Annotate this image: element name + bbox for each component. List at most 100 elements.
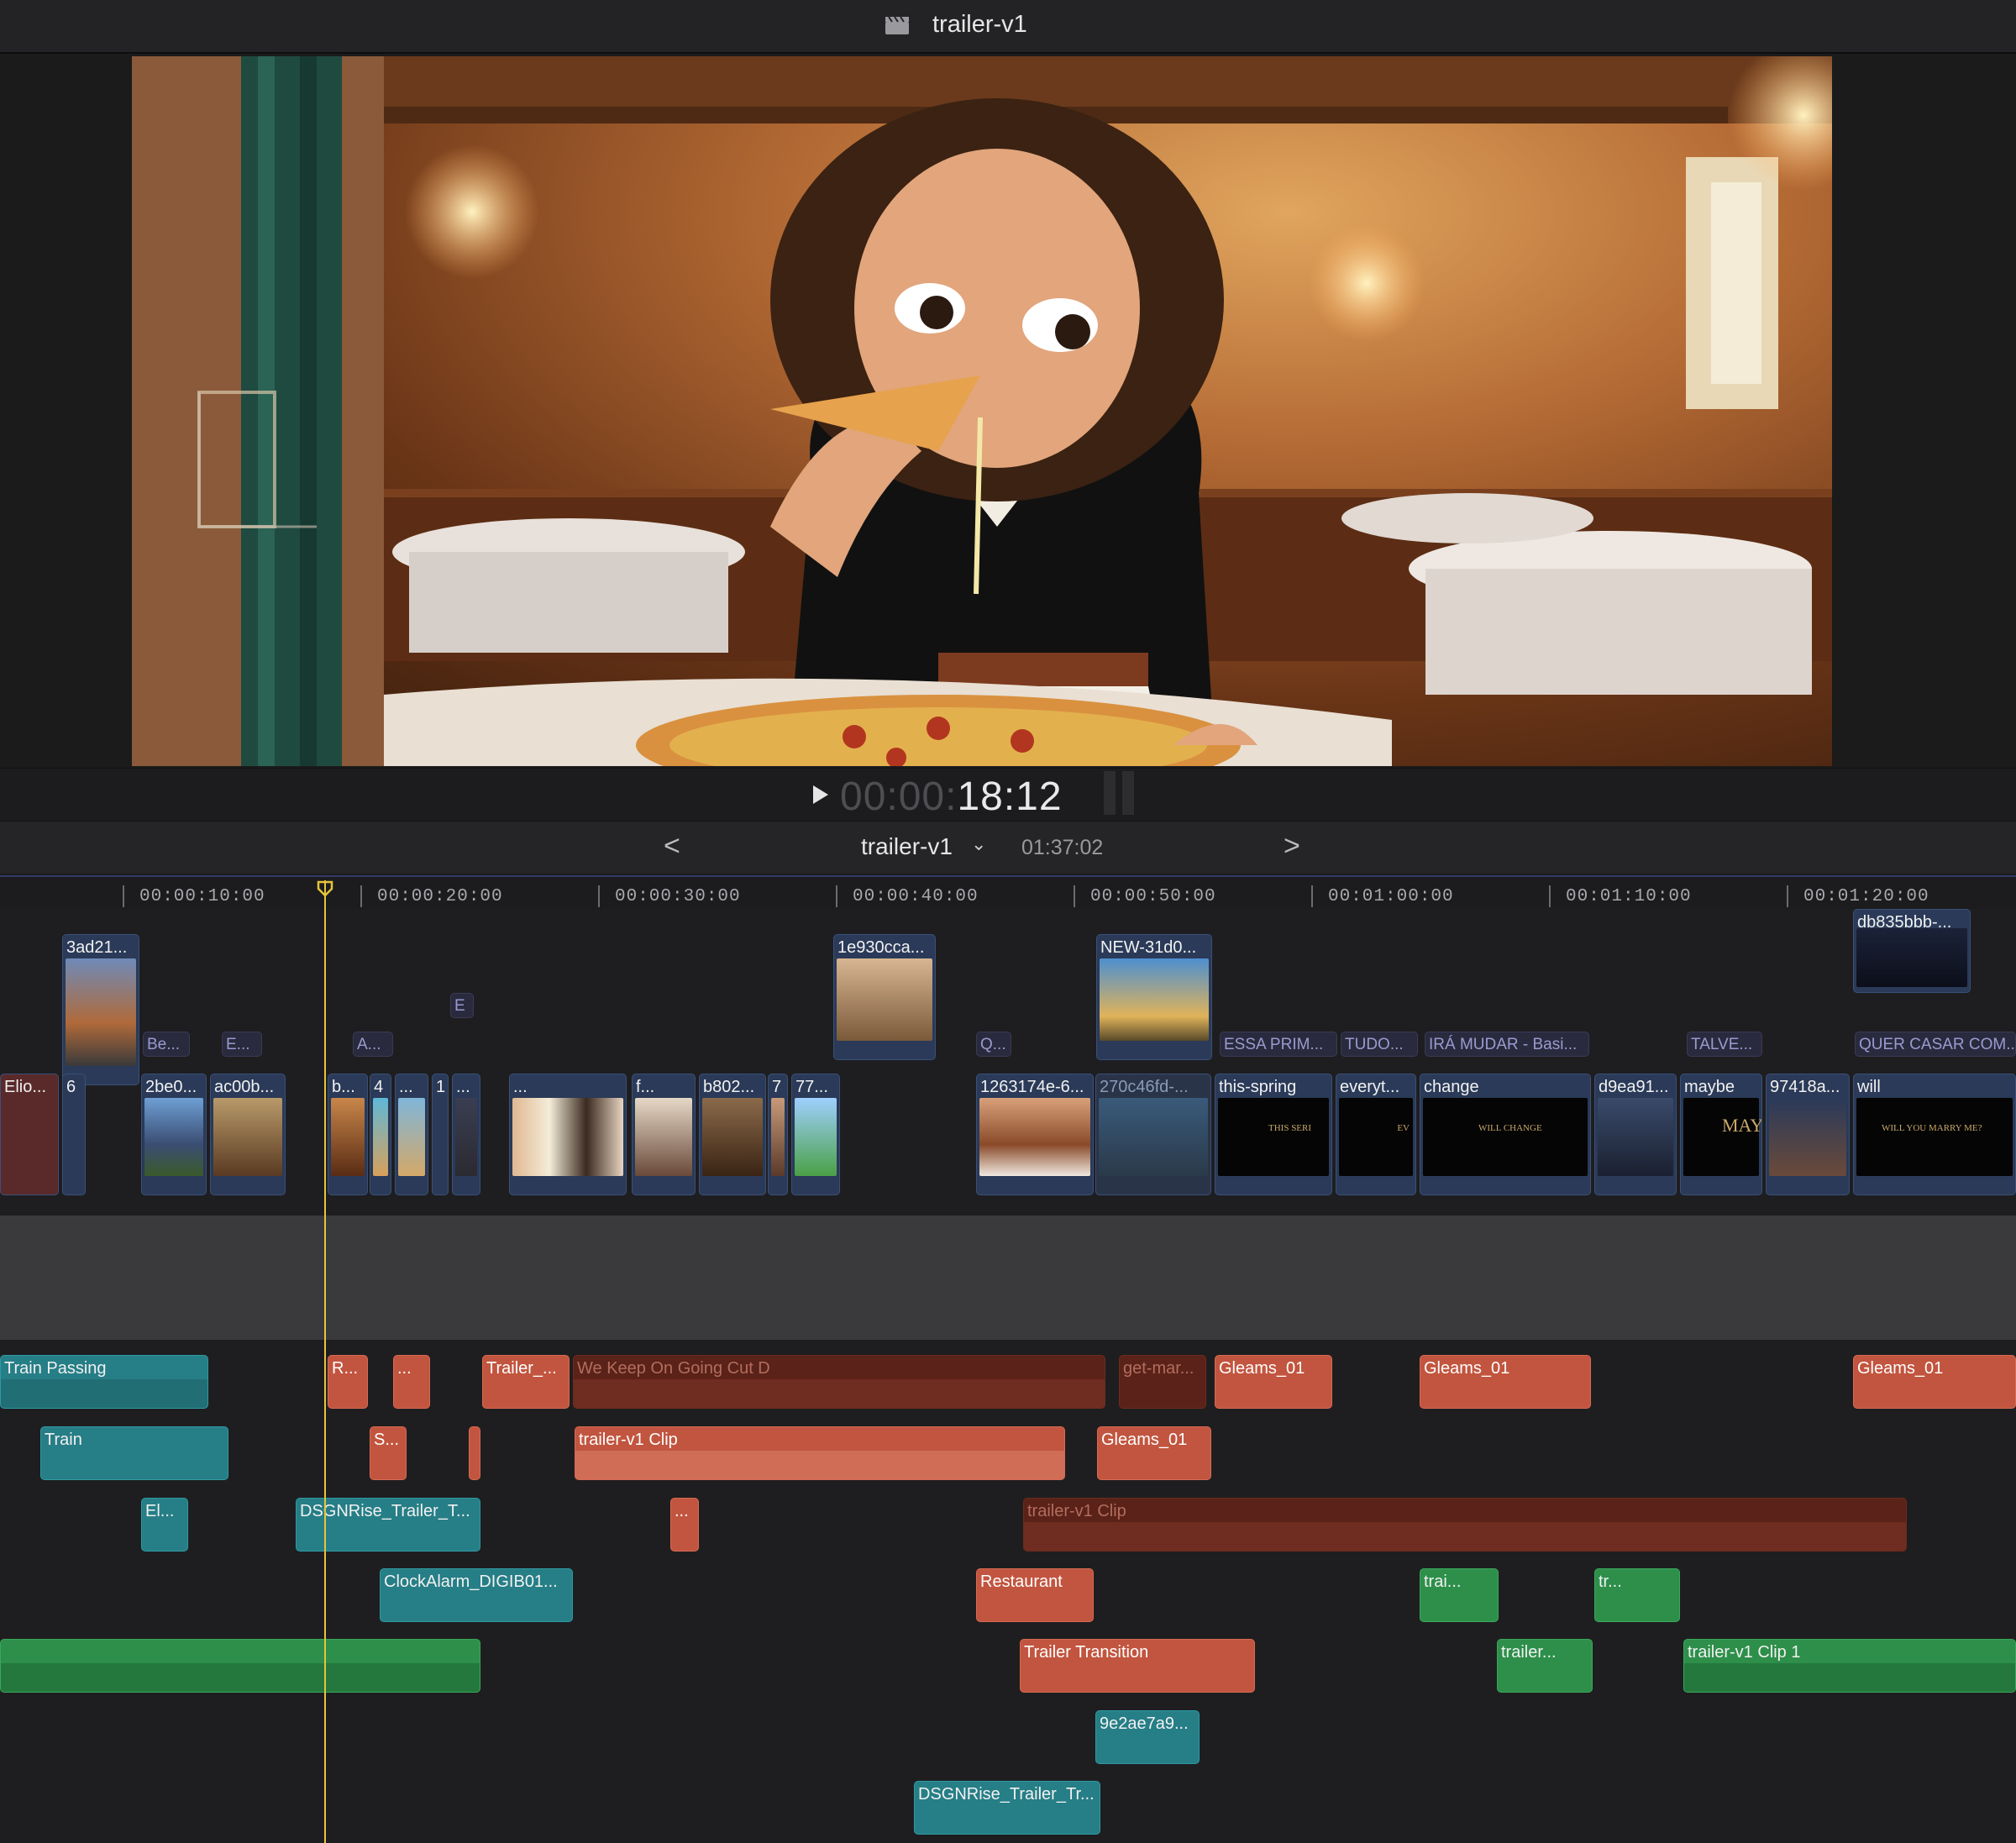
storyline-clip[interactable]: 1263174e-6... (976, 1074, 1094, 1195)
audio-clip[interactable]: trailer... (1497, 1639, 1593, 1693)
title-clip[interactable]: Q... (976, 1032, 1011, 1057)
clip-label: change (1424, 1078, 1479, 1096)
project-name[interactable]: trailer-v1 (861, 833, 953, 860)
playhead-handle-icon[interactable] (317, 880, 333, 897)
storyline-clip[interactable]: will WILL YOU MARRY ME? (1853, 1074, 2016, 1195)
audio-clip[interactable]: ... (670, 1498, 699, 1552)
clip-thumbnail (398, 1098, 425, 1176)
storyline-clip[interactable]: 6 (62, 1074, 86, 1195)
clip-label: d9ea91... (1599, 1078, 1669, 1096)
title-label: E (454, 997, 465, 1015)
storyline-clip[interactable]: ... (509, 1074, 627, 1195)
audio-clip[interactable]: Trailer Transition (1020, 1639, 1255, 1693)
connected-clip[interactable]: NEW-31d0... (1096, 934, 1212, 1060)
storyline-clip[interactable]: 97418a... (1766, 1074, 1850, 1195)
audio-clip[interactable]: 9e2ae7a9... (1095, 1710, 1200, 1764)
audio-clip[interactable]: ... (393, 1355, 430, 1409)
timeline-ruler[interactable]: 00:00:10:00 00:00:20:00 00:00:30:00 00:0… (0, 875, 2016, 911)
clip-thumbnail: WILL CHANGE (1423, 1098, 1588, 1176)
clip-label: DSGNRise_Trailer_Tr... (918, 1785, 1095, 1804)
audio-clip[interactable]: trailer-v1 Clip 1 (1683, 1639, 2016, 1693)
title-clip[interactable]: E... (222, 1032, 262, 1057)
clip-label: Trailer_... (486, 1359, 557, 1378)
clip-label: trailer-v1 Clip (579, 1431, 678, 1449)
storyline-clip[interactable]: 2be0... (141, 1074, 207, 1195)
viewer-frame[interactable] (132, 56, 1832, 766)
audio-clip[interactable]: Gleams_01 (1097, 1426, 1211, 1480)
storyline-clip[interactable]: d9ea91... (1594, 1074, 1677, 1195)
storyline-clip[interactable]: this-spring THIS SERI (1215, 1074, 1332, 1195)
clip-label: 4 (374, 1078, 384, 1096)
title-label: QUER CASAR COM... (1859, 1036, 2016, 1053)
storyline-clip[interactable]: 1 (432, 1074, 449, 1195)
title-clip[interactable]: Be... (143, 1032, 190, 1057)
audio-clip[interactable]: trailer-v1 Clip (575, 1426, 1065, 1480)
timecode-display[interactable]: 00:00:18:12 (840, 774, 1063, 820)
storyline-clip[interactable]: ... (452, 1074, 480, 1195)
clip-label: trailer-v1 Clip 1 (1688, 1643, 1801, 1662)
storyline-clip[interactable]: maybe MAY (1680, 1074, 1762, 1195)
audio-clip[interactable]: S... (370, 1426, 407, 1480)
storyline-clip[interactable]: 7 (768, 1074, 788, 1195)
storyline-clip[interactable]: f... (632, 1074, 696, 1195)
storyline-clip[interactable]: change WILL CHANGE (1420, 1074, 1591, 1195)
title-label: Q... (980, 1036, 1006, 1053)
audio-clip[interactable]: get-mar... (1119, 1355, 1206, 1409)
connected-clip[interactable]: 3ad21... (62, 934, 139, 1085)
audio-clip[interactable]: DSGNRise_Trailer_T... (296, 1498, 480, 1552)
audio-clip[interactable]: Gleams_01 (1215, 1355, 1332, 1409)
audio-clip[interactable] (469, 1426, 480, 1480)
audio-clip[interactable]: ClockAlarm_DIGIB01... (380, 1568, 573, 1622)
timeline[interactable]: 3ad21... 1e930cca... NEW-31d0... db835bb… (0, 909, 2016, 1843)
storyline-clip[interactable]: 4 (370, 1074, 391, 1195)
connected-clip[interactable]: db835bbb-... (1853, 909, 1971, 993)
audio-clip[interactable] (0, 1639, 480, 1693)
audio-clip[interactable]: Train (40, 1426, 228, 1480)
audio-clip[interactable]: R... (328, 1355, 368, 1409)
storyline-clip[interactable]: everyt... EV (1336, 1074, 1416, 1195)
audio-clip[interactable]: trailer-v1 Clip (1023, 1498, 1907, 1552)
title-clip[interactable]: A... (353, 1032, 393, 1057)
audio-clip[interactable]: Train Passing (0, 1355, 208, 1409)
title-clip[interactable]: TALVE... (1687, 1032, 1762, 1057)
audio-clip[interactable]: DSGNRise_Trailer_Tr... (914, 1781, 1100, 1835)
audio-clip[interactable]: We Keep On Going Cut D (573, 1355, 1105, 1409)
clip-label: f... (636, 1078, 655, 1096)
storyline-clip[interactable]: 77... (791, 1074, 840, 1195)
connected-clip[interactable]: 1e930cca... (833, 934, 936, 1060)
title-clip[interactable]: TUDO... (1341, 1032, 1418, 1057)
storyline-clip[interactable]: 270c46fd-... (1095, 1074, 1211, 1195)
storyline-clip[interactable]: Elio... (0, 1074, 59, 1195)
chevron-down-icon[interactable]: ⌄ (971, 833, 986, 855)
title-clip[interactable]: QUER CASAR COM... (1855, 1032, 2016, 1057)
audio-clip[interactable]: tr... (1594, 1568, 1680, 1622)
clip-label: maybe (1684, 1078, 1735, 1096)
ruler-label: 00:00:40:00 (853, 887, 979, 906)
timeline-header: < trailer-v1 ⌄ 01:37:02 > (0, 822, 2016, 874)
clip-thumbnail (1598, 1098, 1673, 1176)
playhead[interactable] (324, 880, 326, 1843)
forward-button[interactable]: > (1284, 830, 1300, 863)
audio-clip[interactable]: trai... (1420, 1568, 1499, 1622)
storyline-clip[interactable]: ac00b... (210, 1074, 286, 1195)
audio-clip[interactable]: Gleams_01 (1420, 1355, 1591, 1409)
audio-clip[interactable]: El... (141, 1498, 188, 1552)
play-icon[interactable] (811, 784, 830, 806)
back-button[interactable]: < (664, 830, 680, 863)
title-clip[interactable]: IRÁ MUDAR - Basi... (1425, 1032, 1589, 1057)
clip-label: everyt... (1340, 1078, 1400, 1096)
storyline-clip[interactable]: b802... (699, 1074, 766, 1195)
clip-label: 1263174e-6... (980, 1078, 1084, 1096)
ruler-tick (1311, 885, 1313, 907)
clip-label: this-spring (1219, 1078, 1297, 1096)
title-clip[interactable]: ESSA PRIM... (1220, 1032, 1337, 1057)
storyline-clip[interactable]: ... (395, 1074, 428, 1195)
clip-label: Train Passing (4, 1359, 107, 1378)
clip-label: ClockAlarm_DIGIB01... (384, 1573, 558, 1591)
ruler-label: 00:01:20:00 (1803, 887, 1929, 906)
audio-clip[interactable]: Trailer_... (482, 1355, 570, 1409)
audio-clip[interactable]: Restaurant (976, 1568, 1094, 1622)
audio-clip[interactable]: Gleams_01 (1853, 1355, 2016, 1409)
storyline-clip[interactable]: b... (328, 1074, 368, 1195)
title-clip[interactable]: E (450, 993, 474, 1018)
